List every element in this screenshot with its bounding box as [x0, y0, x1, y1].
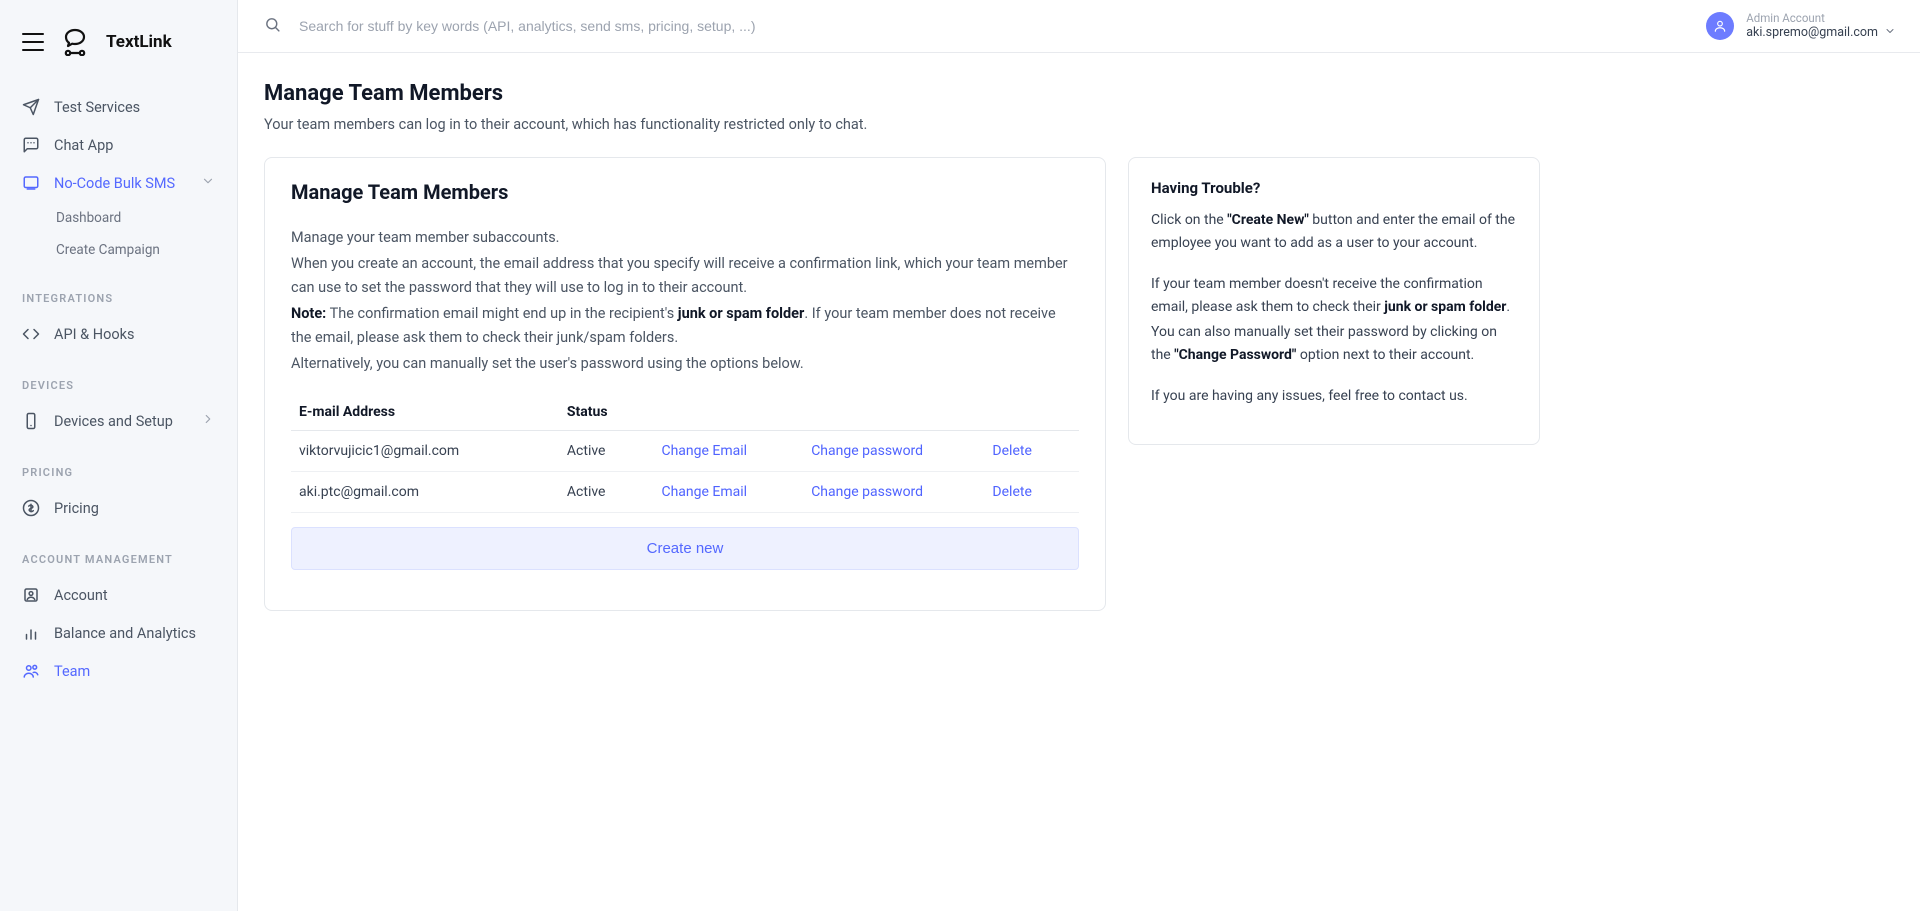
sidebar-subitem-dashboard[interactable]: Dashboard [56, 202, 237, 234]
th-status: Status [559, 394, 654, 431]
account-icon [22, 586, 40, 604]
section-pricing: PRICING [0, 440, 237, 489]
page-subtitle: Your team members can log in to their ac… [264, 116, 1894, 133]
section-devices: DEVICES [0, 353, 237, 402]
sidebar-item-label: Test Services [54, 99, 140, 116]
help-heading: Having Trouble? [1151, 176, 1517, 201]
cell-email: viktorvujicic1@gmail.com [291, 430, 559, 471]
sidebar-item-label: API & Hooks [54, 326, 134, 343]
create-new-button[interactable]: Create new [291, 527, 1079, 570]
sidebar-item-label: Team [54, 663, 90, 680]
paper-plane-icon [22, 98, 40, 116]
sidebar-item-label: Devices and Setup [54, 413, 173, 430]
dollar-icon [22, 499, 40, 517]
sidebar-submenu-bulk-sms: Dashboard Create Campaign [0, 202, 237, 266]
change-password-link[interactable]: Change password [803, 471, 984, 512]
manage-team-card: Manage Team Members Manage your team mem… [264, 157, 1106, 611]
nav: Test Services Chat App No-Code Bulk SMS … [0, 88, 237, 911]
sidebar-item-label: Chat App [54, 137, 113, 154]
sidebar-item-account[interactable]: Account [0, 576, 237, 614]
section-account-mgmt: ACCOUNT MANAGEMENT [0, 527, 237, 576]
section-integrations: INTEGRATIONS [0, 266, 237, 315]
page-title: Manage Team Members [264, 81, 1894, 106]
table-row: viktorvujicic1@gmail.com Active Change E… [291, 430, 1079, 471]
account-text: Admin Account aki.spremo@gmail.com [1746, 11, 1896, 42]
chevron-down-icon [201, 174, 215, 192]
sidebar-item-label: Pricing [54, 500, 99, 517]
panels: Manage Team Members Manage your team mem… [264, 157, 1894, 611]
help-p4: If you are having any issues, feel free … [1151, 385, 1517, 408]
change-email-link[interactable]: Change Email [653, 430, 803, 471]
avatar [1706, 12, 1734, 40]
delete-link[interactable]: Delete [984, 471, 1079, 512]
help-p1: Click on the "Create New" button and ent… [1151, 209, 1517, 255]
change-password-link[interactable]: Change password [803, 430, 984, 471]
sms-icon [22, 174, 40, 192]
note-label: Note: [291, 305, 326, 322]
sidebar-item-label: Balance and Analytics [54, 625, 196, 642]
chevron-down-icon [1884, 25, 1896, 42]
note-bold: junk or spam folder [678, 305, 805, 322]
search-icon[interactable] [264, 16, 281, 37]
help-p2: If your team member doesn't receive the … [1151, 273, 1517, 319]
account-menu[interactable]: Admin Account aki.spremo@gmail.com [1706, 11, 1896, 42]
sidebar-item-label: No-Code Bulk SMS [54, 175, 175, 192]
sidebar-item-team[interactable]: Team [0, 652, 237, 690]
phone-icon [22, 412, 40, 430]
team-table: E-mail Address Status viktorvujicic1@gma… [291, 394, 1079, 513]
account-role: Admin Account [1746, 11, 1896, 25]
change-email-link[interactable]: Change Email [653, 471, 803, 512]
brand-row: TextLink [0, 0, 237, 88]
card-heading: Manage Team Members [291, 180, 1079, 204]
chat-icon [22, 136, 40, 154]
code-icon [22, 325, 40, 343]
sidebar-item-bulk-sms[interactable]: No-Code Bulk SMS [0, 164, 237, 202]
cell-email: aki.ptc@gmail.com [291, 471, 559, 512]
menu-icon[interactable] [22, 33, 44, 51]
table-row: aki.ptc@gmail.com Active Change Email Ch… [291, 471, 1079, 512]
sidebar-item-balance[interactable]: Balance and Analytics [0, 614, 237, 652]
card-desc-1: Manage your team member subaccounts. [291, 226, 1079, 250]
chevron-right-icon [201, 412, 215, 430]
account-email: aki.spremo@gmail.com [1746, 25, 1878, 41]
sidebar: TextLink Test Services Chat App No-Code … [0, 0, 238, 911]
sidebar-subitem-create-campaign[interactable]: Create Campaign [56, 234, 237, 266]
sidebar-item-api-hooks[interactable]: API & Hooks [0, 315, 237, 353]
content: Manage Team Members Your team members ca… [238, 53, 1920, 639]
main: Admin Account aki.spremo@gmail.com Manag… [238, 0, 1920, 911]
cell-status: Active [559, 471, 654, 512]
sidebar-item-chat-app[interactable]: Chat App [0, 126, 237, 164]
cell-status: Active [559, 430, 654, 471]
th-email: E-mail Address [291, 394, 559, 431]
sidebar-item-test-services[interactable]: Test Services [0, 88, 237, 126]
note-text-a: The confirmation email might end up in t… [326, 305, 678, 322]
topbar: Admin Account aki.spremo@gmail.com [238, 0, 1920, 53]
delete-link[interactable]: Delete [984, 430, 1079, 471]
search-input[interactable] [299, 18, 1688, 34]
brand-name: TextLink [106, 32, 172, 52]
chart-icon [22, 624, 40, 642]
card-desc-2: When you create an account, the email ad… [291, 252, 1079, 300]
card-desc-note: Note: The confirmation email might end u… [291, 302, 1079, 350]
sidebar-item-label: Account [54, 587, 108, 604]
help-p3: You can also manually set their password… [1151, 321, 1517, 367]
card-desc-3: Alternatively, you can manually set the … [291, 352, 1079, 376]
sidebar-item-pricing[interactable]: Pricing [0, 489, 237, 527]
help-card: Having Trouble? Click on the "Create New… [1128, 157, 1540, 445]
brand-logo-icon [62, 28, 88, 56]
sidebar-item-devices[interactable]: Devices and Setup [0, 402, 237, 440]
team-icon [22, 662, 40, 680]
